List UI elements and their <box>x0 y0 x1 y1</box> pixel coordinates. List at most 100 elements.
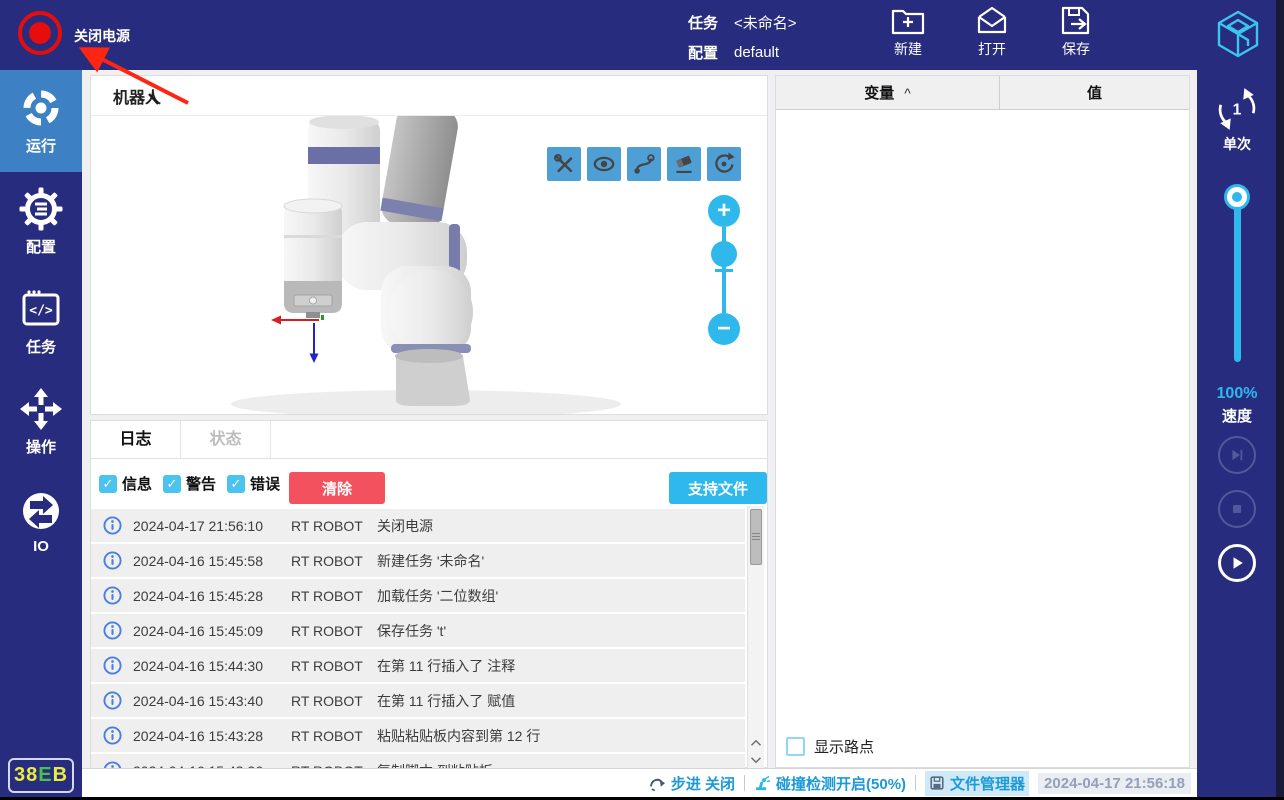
log-message: 关闭电源 <box>377 516 745 536</box>
variables-panel: 变量 ^ 值 显示路点 <box>775 75 1190 768</box>
sidebar-item-io[interactable]: IO <box>0 472 82 572</box>
log-panel: 日志 状态 ✓ 信息 ✓ 警告 ✓ 错误 清除 支持文件 2024-04-17 … <box>90 420 768 768</box>
save-icon <box>1058 5 1094 37</box>
zoom-in-button[interactable]: + <box>708 195 740 227</box>
speed-slider-knob[interactable] <box>1224 184 1250 210</box>
zoom-slider-knob[interactable] <box>711 241 737 267</box>
view-reset-rotation-button[interactable] <box>707 147 741 181</box>
new-folder-icon <box>890 5 926 37</box>
panel-title: 机器人 <box>113 84 161 108</box>
open-label: 打开 <box>978 39 1006 59</box>
show-waypoints-label: 显示路点 <box>814 736 874 757</box>
save-task-button[interactable]: 保存 <box>1048 5 1104 59</box>
sidebar-item-run[interactable]: 运行 <box>0 70 82 172</box>
log-row: 2024-04-16 15:44:30 RT ROBOT 在第 11 行插入了 … <box>91 649 745 682</box>
scroll-up-button[interactable] <box>748 735 764 751</box>
task-label: 任务 <box>688 12 726 33</box>
file-manager-button[interactable]: 文件管理器 <box>925 771 1029 796</box>
badge-part: B <box>53 764 68 787</box>
support-files-button[interactable]: 支持文件 <box>669 472 767 504</box>
log-message: 新建任务 '未命名' <box>377 551 745 571</box>
topbar-actions: 新建 打开 保存 <box>880 5 1104 59</box>
code-window-icon: </> <box>19 287 63 331</box>
step-mode-toggle[interactable]: 步进 关闭 <box>649 773 735 794</box>
zoom-out-button[interactable]: − <box>708 313 740 345</box>
mode-count: 1 <box>1233 102 1242 119</box>
run-mode-button[interactable]: 1 <box>1214 86 1260 137</box>
info-icon <box>103 551 122 570</box>
rotate-icon <box>711 151 737 177</box>
play-button[interactable] <box>1218 544 1256 582</box>
log-message: 粘贴粘贴板内容到第 12 行 <box>377 726 745 746</box>
stop-button[interactable] <box>1218 490 1256 528</box>
sidebar-item-label: IO <box>33 538 49 555</box>
checkbox-checked-icon[interactable]: ✓ <box>163 475 181 493</box>
info-icon <box>103 726 122 745</box>
run-icon <box>19 86 63 130</box>
eye-icon <box>591 151 617 177</box>
brand-logo-icon <box>1212 8 1264 65</box>
show-waypoints-toggle[interactable]: 显示路点 <box>786 736 874 757</box>
sidebar-item-config[interactable]: 配置 <box>0 172 82 272</box>
sidebar-item-task[interactable]: </> 任务 <box>0 272 82 372</box>
svg-text:</>: </> <box>29 304 53 319</box>
tools-icon <box>551 151 577 177</box>
robot-panel: 机器人 <box>90 75 768 415</box>
tab-log[interactable]: 日志 <box>91 421 181 458</box>
log-time: 2024-04-16 15:43:40 <box>133 693 291 709</box>
log-source: RT ROBOT <box>291 518 377 534</box>
checkbox-checked-icon[interactable]: ✓ <box>99 475 117 493</box>
view-visibility-button[interactable] <box>587 147 621 181</box>
filter-label: 信息 <box>122 473 152 494</box>
skip-icon <box>1226 444 1248 466</box>
view-erase-button[interactable] <box>667 147 701 181</box>
io-icon <box>19 489 63 533</box>
view-path-button[interactable] <box>627 147 661 181</box>
log-row: 2024-04-16 15:45:58 RT ROBOT 新建任务 '未命名' <box>91 544 745 577</box>
clear-log-button[interactable]: 清除 <box>289 472 385 504</box>
sidebar-item-label: 操作 <box>26 436 56 457</box>
variables-header: 变量 ^ 值 <box>776 76 1189 110</box>
log-row: 2024-04-16 15:43:28 RT ROBOT 粘贴粘贴板内容到第 1… <box>91 719 745 752</box>
step-mode-label: 步进 关闭 <box>671 773 735 794</box>
log-scrollbar[interactable] <box>747 506 764 769</box>
collision-detection-toggle[interactable]: 碰撞检测开启(50%) <box>754 773 906 794</box>
open-task-button[interactable]: 打开 <box>964 5 1020 59</box>
log-message: 保存任务 't' <box>377 621 745 641</box>
task-value: <未命名> <box>734 12 797 33</box>
filter-info[interactable]: ✓ 信息 <box>99 473 152 494</box>
power-button[interactable] <box>18 11 62 55</box>
sidebar-item-label: 配置 <box>26 236 56 257</box>
log-time: 2024-04-16 15:43:28 <box>133 728 291 744</box>
move-arrows-icon <box>19 387 63 431</box>
filter-error[interactable]: ✓ 错误 <box>227 473 280 494</box>
status-code-badge[interactable]: 38EB <box>8 758 74 793</box>
log-source: RT ROBOT <box>291 658 377 674</box>
clock-timestamp: 2024-04-17 21:56:18 <box>1038 773 1191 794</box>
scrollbar-thumb[interactable] <box>750 509 762 565</box>
new-task-button[interactable]: 新建 <box>880 5 936 59</box>
view-tools-button[interactable] <box>547 147 581 181</box>
log-source: RT ROBOT <box>291 693 377 709</box>
file-manager-icon <box>929 775 945 791</box>
checkbox-unchecked-icon[interactable] <box>786 737 805 756</box>
topbar: 关闭电源 任务 <未命名> 配置 default 新建 <box>0 0 1284 70</box>
info-icon <box>103 516 122 535</box>
log-message: 在第 11 行插入了 注释 <box>377 656 745 676</box>
scroll-down-button[interactable] <box>748 752 764 768</box>
column-header-variable[interactable]: 变量 ^ <box>776 76 1000 109</box>
speed-slider-track[interactable] <box>1234 197 1241 362</box>
zoom-slider-tick <box>715 269 733 272</box>
collision-detection-label: 碰撞检测开启(50%) <box>776 773 906 794</box>
filter-warning[interactable]: ✓ 警告 <box>163 473 216 494</box>
checkbox-checked-icon[interactable]: ✓ <box>227 475 245 493</box>
app-window: 关闭电源 任务 <未命名> 配置 default 新建 <box>0 0 1284 800</box>
statusbar: 步进 关闭 碰撞检测开启(50%) 文件管理器 2024-04-17 21:56… <box>82 768 1197 797</box>
sidebar-item-operate[interactable]: 操作 <box>0 372 82 472</box>
tab-status[interactable]: 状态 <box>181 421 271 458</box>
value-column-label: 值 <box>1087 82 1102 103</box>
log-row: 2024-04-16 15:43:40 RT ROBOT 在第 11 行插入了 … <box>91 684 745 717</box>
step-forward-button[interactable] <box>1218 436 1256 474</box>
log-message: 在第 11 行插入了 赋值 <box>377 691 745 711</box>
log-source: RT ROBOT <box>291 623 377 639</box>
